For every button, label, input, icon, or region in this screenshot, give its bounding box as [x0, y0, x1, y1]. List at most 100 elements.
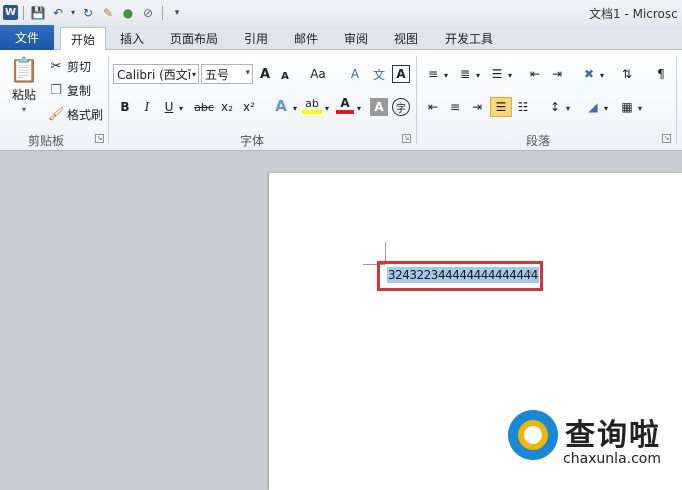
tab-references[interactable]: 引用	[236, 27, 276, 49]
copy-label: 复制	[67, 84, 92, 98]
document-title: 文档1 - Microsc	[589, 7, 678, 21]
save-icon[interactable]: 💾	[29, 4, 47, 22]
format-painter-icon[interactable]: ✎	[99, 4, 117, 22]
tab-mailings[interactable]: 邮件	[286, 27, 326, 49]
subscript-button[interactable]: x₂	[218, 98, 236, 116]
watermark-logo-icon	[508, 410, 558, 460]
align-right-icon[interactable]: ⇥	[468, 98, 486, 116]
numbering-dropdown-icon[interactable]: ▾	[473, 66, 483, 84]
undo-dropdown-icon[interactable]: ▾	[69, 4, 77, 22]
watermark-url: chaxunla.com	[563, 451, 661, 467]
paste-label: 粘贴	[11, 88, 36, 102]
highlight-dropdown-icon[interactable]: ▾	[322, 99, 332, 117]
italic-button[interactable]: I	[138, 98, 156, 116]
paste-dropdown-icon: ▾	[21, 105, 26, 114]
multilevel-list-icon[interactable]: ☰	[488, 65, 506, 83]
clear-format-icon[interactable]: A	[346, 65, 364, 83]
cut-button[interactable]: ✂ 剪切	[48, 58, 91, 75]
superscript-button[interactable]: x²	[240, 98, 258, 116]
font-size-combo[interactable]: 五号 ▾	[201, 64, 253, 84]
asian-layout-dropdown-icon[interactable]: ▾	[597, 66, 607, 84]
multilevel-list-dropdown-icon[interactable]: ▾	[505, 66, 515, 84]
tab-developer[interactable]: 开发工具	[436, 27, 502, 49]
tab-page-layout[interactable]: 页面布局	[162, 27, 226, 49]
line-spacing-icon[interactable]: ↕	[546, 98, 564, 116]
font-name-combo[interactable]: Calibri (西文ī	[113, 64, 199, 84]
annotation-highlight-box	[377, 261, 543, 291]
group-separator	[676, 56, 677, 144]
show-marks-icon[interactable]: ¶	[652, 65, 670, 83]
copy-button[interactable]: ❐ 复制	[48, 82, 91, 99]
qat-separator	[23, 5, 24, 20]
character-border-icon[interactable]: A	[392, 65, 410, 83]
decrease-indent-icon[interactable]: ⇤	[526, 65, 544, 83]
font-color-dropdown-icon[interactable]: ▾	[354, 99, 364, 117]
bold-button[interactable]: B	[116, 98, 134, 116]
underline-dropdown-icon[interactable]: ▾	[176, 99, 186, 117]
format-painter-label: 格式刷	[67, 108, 104, 122]
borders-icon[interactable]: ▦	[618, 98, 636, 116]
distributed-icon[interactable]: ☷	[514, 98, 532, 116]
brush-icon: 🖌	[47, 107, 65, 122]
font-group-label: 字体	[240, 134, 265, 148]
shading-dropdown-icon[interactable]: ▾	[601, 99, 611, 117]
bullets-icon[interactable]: ≡	[424, 65, 442, 83]
group-separator	[416, 56, 417, 144]
watermark-brand: 查询啦	[565, 418, 661, 453]
font-name-value: Calibri (西文ī	[117, 67, 192, 82]
font-size-value: 五号	[205, 67, 230, 82]
font-color-button[interactable]: A	[336, 96, 354, 114]
ribbon-home: 📋 粘贴 ▾ ✂ 剪切 ❐ 复制 🖌 格式刷 剪贴板 ↘ Calibri (西文…	[0, 50, 682, 151]
paste-button[interactable]: 📋 粘贴 ▾	[8, 56, 40, 114]
numbering-icon[interactable]: ≣	[456, 65, 474, 83]
borders-dropdown-icon[interactable]: ▾	[635, 99, 645, 117]
sort-icon[interactable]: ⇅	[618, 65, 636, 83]
grow-font-icon[interactable]: A	[256, 65, 274, 83]
font-launcher-icon[interactable]: ↘	[402, 134, 411, 143]
clipboard-launcher-icon[interactable]: ↘	[95, 134, 104, 143]
character-shading-button[interactable]: A	[370, 98, 388, 116]
quick-access-toolbar: W 💾 ↶ ▾ ↻ ✎ ● ⊘ ▾	[0, 4, 186, 22]
tab-file[interactable]: 文件	[0, 25, 54, 50]
qat-separator	[162, 5, 163, 20]
line-spacing-dropdown-icon[interactable]: ▾	[563, 99, 573, 117]
clipboard-group-label: 剪贴板	[28, 134, 65, 148]
align-center-icon[interactable]: ≡	[446, 98, 464, 116]
paragraph-group-label: 段落	[526, 134, 551, 148]
font-size-dropdown-icon[interactable]: ▾	[245, 68, 250, 78]
no-effect-icon[interactable]: ⊘	[139, 4, 157, 22]
redo-icon[interactable]: ↻	[79, 4, 97, 22]
increase-indent-icon[interactable]: ⇥	[548, 65, 566, 83]
change-case-button[interactable]: Aa	[306, 65, 330, 83]
tab-insert[interactable]: 插入	[112, 27, 152, 49]
asian-layout-icon[interactable]: ✖	[580, 65, 598, 83]
tab-home[interactable]: 开始	[60, 27, 106, 51]
word-app-icon[interactable]: W	[3, 5, 18, 20]
paragraph-launcher-icon[interactable]: ↘	[662, 134, 671, 143]
text-effects-button[interactable]: A	[272, 97, 290, 115]
enclose-characters-button[interactable]: 字	[392, 98, 410, 116]
shading-icon[interactable]: ◢	[584, 98, 602, 116]
customize-icon[interactable]: ▾	[168, 4, 186, 22]
clipboard-icon: 📋	[9, 56, 39, 84]
phonetic-guide-icon[interactable]: 文	[370, 65, 388, 83]
undo-icon[interactable]: ↶	[49, 4, 67, 22]
title-bar: W 💾 ↶ ▾ ↻ ✎ ● ⊘ ▾ 文档1 - Microsc	[0, 0, 682, 25]
tab-review[interactable]: 审阅	[336, 27, 376, 49]
color-icon[interactable]: ●	[119, 4, 137, 22]
highlight-button[interactable]: ab	[302, 96, 322, 114]
bullets-dropdown-icon[interactable]: ▾	[441, 66, 451, 84]
watermark-logo-ring	[518, 420, 548, 450]
justify-icon[interactable]: ☰	[490, 97, 512, 117]
text-effects-dropdown-icon[interactable]: ▾	[290, 99, 300, 117]
tab-view[interactable]: 视图	[386, 27, 426, 49]
align-left-icon[interactable]: ⇤	[424, 98, 442, 116]
group-separator	[108, 56, 109, 144]
cut-label: 剪切	[67, 60, 92, 74]
copy-icon: ❐	[50, 83, 62, 98]
strikethrough-button[interactable]: abc	[192, 98, 216, 116]
format-painter-button[interactable]: 🖌 格式刷	[48, 106, 103, 123]
font-name-dropdown-icon[interactable]: ▾	[189, 65, 199, 83]
shrink-font-icon[interactable]: A	[276, 67, 294, 85]
scissors-icon: ✂	[50, 59, 62, 74]
